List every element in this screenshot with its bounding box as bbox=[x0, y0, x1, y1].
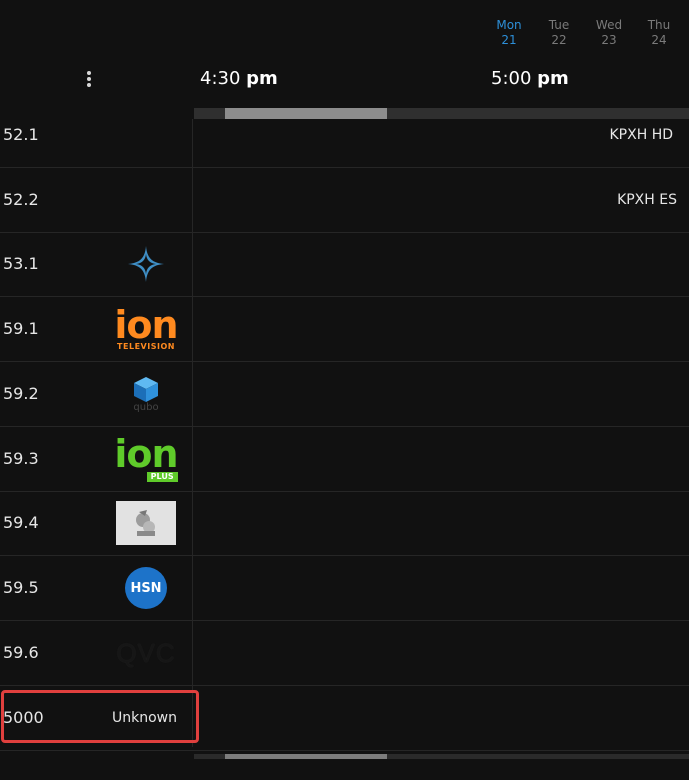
channel-image-logo bbox=[104, 491, 188, 555]
program-slot[interactable] bbox=[194, 232, 689, 296]
channel-number: 59.6 bbox=[3, 643, 39, 662]
channel-number: 59.3 bbox=[3, 449, 39, 468]
selected-channel-highlight bbox=[1, 690, 199, 743]
program-slot[interactable] bbox=[194, 686, 689, 750]
channel-row[interactable]: 59.2 qubo bbox=[0, 362, 689, 427]
program-slot[interactable] bbox=[194, 427, 689, 491]
day-name: Thu bbox=[647, 18, 671, 32]
day-date: 21 bbox=[501, 33, 517, 47]
day-selector: Mon 21 Tue 22 Wed 23 Thu 24 bbox=[0, 18, 689, 50]
day-tab-mon[interactable]: Mon 21 bbox=[484, 18, 534, 48]
time-ampm: pm bbox=[537, 68, 569, 89]
program-slot[interactable] bbox=[194, 297, 689, 361]
channel-number: 53.1 bbox=[3, 254, 39, 273]
ion-television-logo: ion TELEVISION bbox=[114, 303, 178, 351]
more-options-icon[interactable] bbox=[80, 68, 98, 90]
day-date: 24 bbox=[651, 33, 667, 47]
channel-row[interactable]: 53.1 bbox=[0, 232, 689, 297]
channel-number: 59.1 bbox=[3, 319, 39, 338]
hsn-logo: HSN bbox=[104, 556, 188, 620]
time-hour: 4:30 bbox=[200, 68, 241, 89]
time-ampm: pm bbox=[246, 68, 278, 89]
channel-row[interactable]: 59.5 HSN bbox=[0, 556, 689, 621]
program-slot[interactable] bbox=[194, 556, 689, 620]
program-slot[interactable] bbox=[194, 168, 689, 232]
channel-number: 59.4 bbox=[3, 513, 39, 532]
day-name: Mon bbox=[496, 18, 522, 32]
channel-number: 52.1 bbox=[3, 125, 39, 144]
channel-row[interactable]: 59.4 bbox=[0, 491, 689, 556]
star-network-logo bbox=[104, 232, 188, 296]
program-slot[interactable] bbox=[194, 362, 689, 426]
day-name: Wed bbox=[595, 18, 623, 32]
channel-number: 52.2 bbox=[3, 190, 39, 209]
scrollbar-thumb[interactable] bbox=[225, 754, 387, 759]
day-name: Tue bbox=[548, 18, 570, 32]
channel-row[interactable]: 59.6 QVC bbox=[0, 621, 689, 686]
day-date: 23 bbox=[601, 33, 617, 47]
time-hour: 5:00 bbox=[491, 68, 532, 89]
time-slot-header: 5:00 pm bbox=[491, 68, 569, 89]
channel-row[interactable]: 52.1 KPXH HD bbox=[0, 103, 689, 168]
time-slot-header: 4:30 pm bbox=[200, 68, 278, 89]
program-slot[interactable] bbox=[194, 491, 689, 555]
day-tab-wed[interactable]: Wed 23 bbox=[584, 18, 634, 48]
day-tab-thu[interactable]: Thu 24 bbox=[634, 18, 684, 48]
timeline-scrollbar-bottom[interactable] bbox=[194, 754, 689, 759]
program-slot[interactable] bbox=[194, 621, 689, 685]
qubo-logo: qubo bbox=[104, 362, 188, 426]
channel-number: 59.5 bbox=[3, 578, 39, 597]
ion-plus-logo: ion PLUS bbox=[114, 432, 179, 482]
channel-row[interactable]: 59.1 ion TELEVISION bbox=[0, 297, 689, 362]
day-date: 22 bbox=[551, 33, 567, 47]
channel-number: 59.2 bbox=[3, 384, 39, 403]
qvc-logo: QVC bbox=[116, 637, 176, 668]
day-tab-tue[interactable]: Tue 22 bbox=[534, 18, 584, 48]
channel-row[interactable]: 59.3 ion PLUS bbox=[0, 427, 689, 492]
channel-row[interactable]: 52.2 KPXH ES bbox=[0, 168, 689, 233]
program-slot[interactable] bbox=[194, 103, 689, 167]
